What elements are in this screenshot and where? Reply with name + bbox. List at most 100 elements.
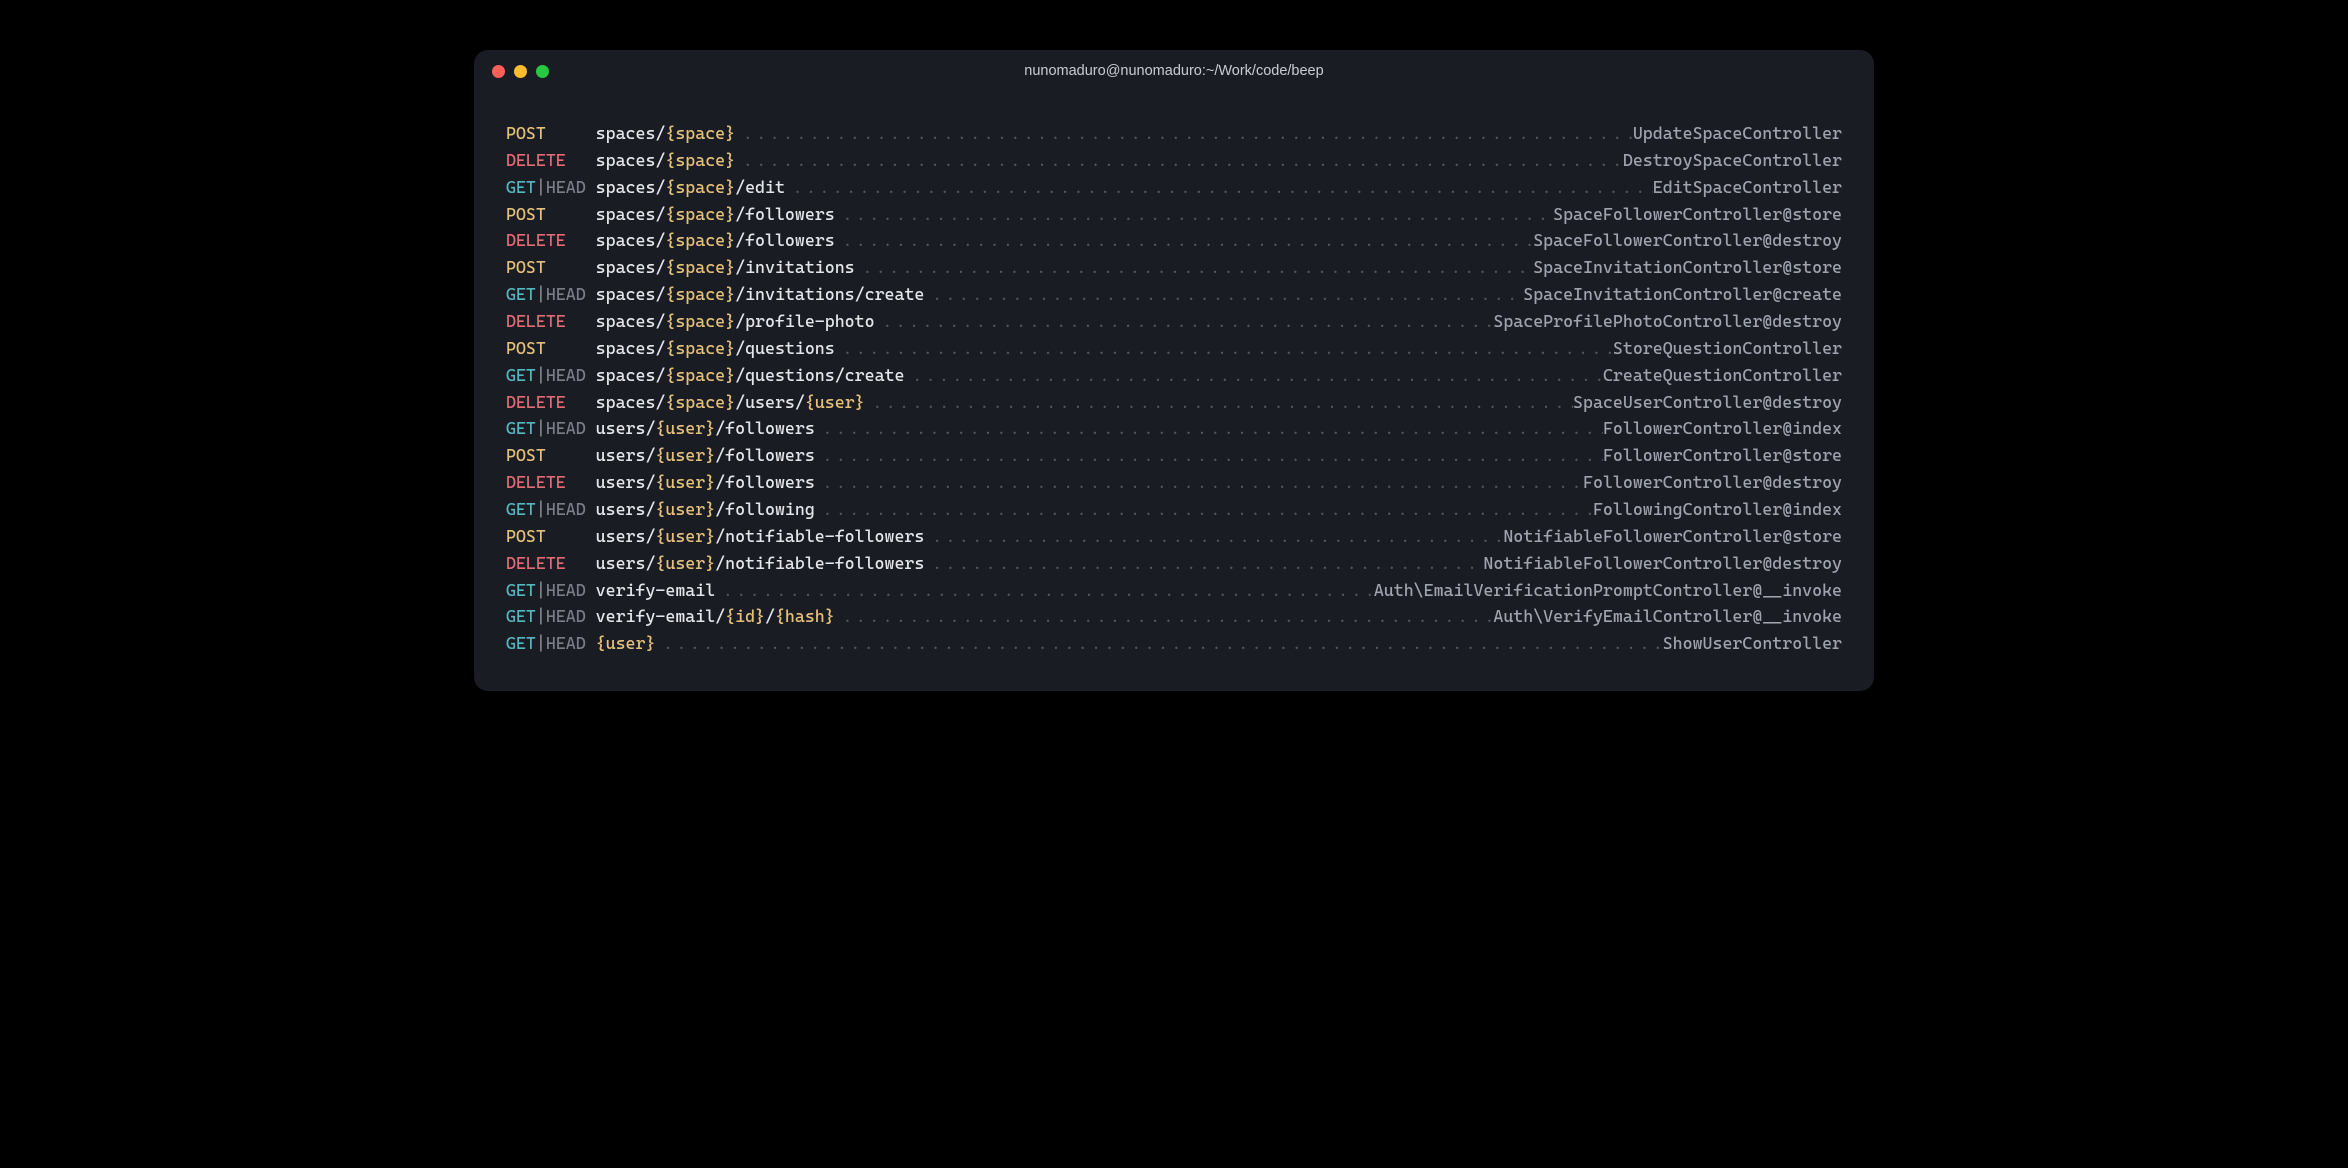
route-row: POSTspaces/{space}......................…: [506, 120, 1842, 147]
http-method: POST: [506, 442, 596, 469]
route-path: users/{user}/notifiable-followers: [596, 523, 925, 550]
filler-dots: ........................................…: [875, 309, 1494, 334]
filler-dots: ........................................…: [735, 148, 1623, 173]
controller-name: FollowingController@index: [1593, 496, 1842, 523]
http-method: DELETE: [506, 550, 596, 577]
http-method: POST: [506, 120, 596, 147]
http-method: DELETE: [506, 147, 596, 174]
controller-name: ShowUserController: [1663, 630, 1842, 657]
titlebar: nunomaduro@nunomaduro:~/Work/code/beep: [474, 50, 1874, 92]
controller-name: Auth\EmailVerificationPromptController@_…: [1374, 577, 1842, 604]
filler-dots: ........................................…: [924, 524, 1503, 549]
http-method: DELETE: [506, 308, 596, 335]
route-row: GET|HEADusers/{user}/followers..........…: [506, 415, 1842, 442]
minimize-button[interactable]: [514, 65, 527, 78]
route-path: spaces/{space}/questions: [596, 335, 835, 362]
http-method: DELETE: [506, 469, 596, 496]
filler-dots: ........................................…: [815, 416, 1603, 441]
route-path: spaces/{space}/users/{user}: [596, 389, 865, 416]
controller-name: Auth\VerifyEmailController@__invoke: [1493, 603, 1842, 630]
route-row: GET|HEAD{user}..........................…: [506, 630, 1842, 657]
controller-name: NotifiableFollowerController@store: [1503, 523, 1842, 550]
filler-dots: ........................................…: [904, 363, 1602, 388]
controller-name: CreateQuestionController: [1603, 362, 1842, 389]
controller-name: DestroySpaceController: [1623, 147, 1842, 174]
route-path: spaces/{space}/questions/create: [596, 362, 905, 389]
route-path: spaces/{space}: [596, 147, 735, 174]
filler-dots: ........................................…: [835, 202, 1553, 227]
route-row: GET|HEADverify-email....................…: [506, 577, 1842, 604]
route-row: POSTspaces/{space}/questions............…: [506, 335, 1842, 362]
http-method: GET|HEAD: [506, 496, 596, 523]
http-method: POST: [506, 201, 596, 228]
route-row: DELETEusers/{user}/notifiable-followers.…: [506, 550, 1842, 577]
route-path: spaces/{space}/followers: [596, 227, 835, 254]
route-path: spaces/{space}/edit: [596, 174, 785, 201]
http-method: GET|HEAD: [506, 415, 596, 442]
filler-dots: ........................................…: [815, 497, 1593, 522]
http-method: GET|HEAD: [506, 362, 596, 389]
filler-dots: ........................................…: [735, 121, 1633, 146]
route-path: spaces/{space}: [596, 120, 735, 147]
http-method: POST: [506, 254, 596, 281]
route-row: GET|HEADspaces/{space}/questions/create.…: [506, 362, 1842, 389]
route-row: DELETEspaces/{space}/followers..........…: [506, 227, 1842, 254]
filler-dots: ........................................…: [924, 551, 1483, 576]
close-button[interactable]: [492, 65, 505, 78]
route-path: spaces/{space}/followers: [596, 201, 835, 228]
filler-dots: ........................................…: [715, 578, 1374, 603]
route-path: {user}: [596, 630, 656, 657]
controller-name: NotifiableFollowerController@destroy: [1483, 550, 1842, 577]
route-row: GET|HEADspaces/{space}/invitations/creat…: [506, 281, 1842, 308]
filler-dots: ........................................…: [924, 282, 1523, 307]
controller-name: FollowerController@index: [1603, 415, 1842, 442]
controller-name: EditSpaceController: [1653, 174, 1842, 201]
controller-name: SpaceFollowerController@destroy: [1533, 227, 1842, 254]
route-row: DELETEusers/{user}/followers............…: [506, 469, 1842, 496]
filler-dots: ........................................…: [865, 390, 1573, 415]
filler-dots: ........................................…: [835, 228, 1533, 253]
route-row: GET|HEADusers/{user}/following..........…: [506, 496, 1842, 523]
http-method: DELETE: [506, 227, 596, 254]
route-row: GET|HEADspaces/{space}/edit.............…: [506, 174, 1842, 201]
filler-dots: ........................................…: [785, 175, 1653, 200]
filler-dots: ........................................…: [835, 336, 1613, 361]
http-method: DELETE: [506, 389, 596, 416]
route-path: verify-email/{id}/{hash}: [596, 603, 835, 630]
route-path: users/{user}/followers: [596, 442, 815, 469]
route-path: users/{user}/followers: [596, 469, 815, 496]
controller-name: SpaceInvitationController@store: [1533, 254, 1842, 281]
controller-name: StoreQuestionController: [1613, 335, 1842, 362]
route-row: POSTusers/{user}/followers..............…: [506, 442, 1842, 469]
route-row: POSTspaces/{space}/invitations..........…: [506, 254, 1842, 281]
filler-dots: ........................................…: [855, 255, 1534, 280]
window-controls: [492, 65, 549, 78]
controller-name: FollowerController@store: [1603, 442, 1842, 469]
zoom-button[interactable]: [536, 65, 549, 78]
route-row: DELETEspaces/{space}/users/{user}.......…: [506, 389, 1842, 416]
http-method: GET|HEAD: [506, 630, 596, 657]
window-title: nunomaduro@nunomaduro:~/Work/code/beep: [490, 63, 1858, 79]
controller-name: SpaceProfilePhotoController@destroy: [1493, 308, 1842, 335]
route-path: users/{user}/followers: [596, 415, 815, 442]
route-row: POSTusers/{user}/notifiable-followers...…: [506, 523, 1842, 550]
route-path: spaces/{space}/profile-photo: [596, 308, 875, 335]
http-method: GET|HEAD: [506, 577, 596, 604]
http-method: POST: [506, 335, 596, 362]
controller-name: SpaceUserController@destroy: [1573, 389, 1842, 416]
route-path: spaces/{space}/invitations: [596, 254, 855, 281]
route-row: DELETEspaces/{space}....................…: [506, 147, 1842, 174]
terminal-window: nunomaduro@nunomaduro:~/Work/code/beep P…: [474, 50, 1874, 691]
filler-dots: ........................................…: [815, 443, 1603, 468]
terminal-output: POSTspaces/{space}......................…: [474, 92, 1874, 691]
route-path: verify-email: [596, 577, 716, 604]
controller-name: UpdateSpaceController: [1633, 120, 1842, 147]
controller-name: SpaceFollowerController@store: [1553, 201, 1842, 228]
http-method: POST: [506, 523, 596, 550]
http-method: GET|HEAD: [506, 174, 596, 201]
controller-name: SpaceInvitationController@create: [1523, 281, 1842, 308]
controller-name: FollowerController@destroy: [1583, 469, 1842, 496]
filler-dots: ........................................…: [815, 470, 1583, 495]
route-path: spaces/{space}/invitations/create: [596, 281, 925, 308]
http-method: GET|HEAD: [506, 281, 596, 308]
